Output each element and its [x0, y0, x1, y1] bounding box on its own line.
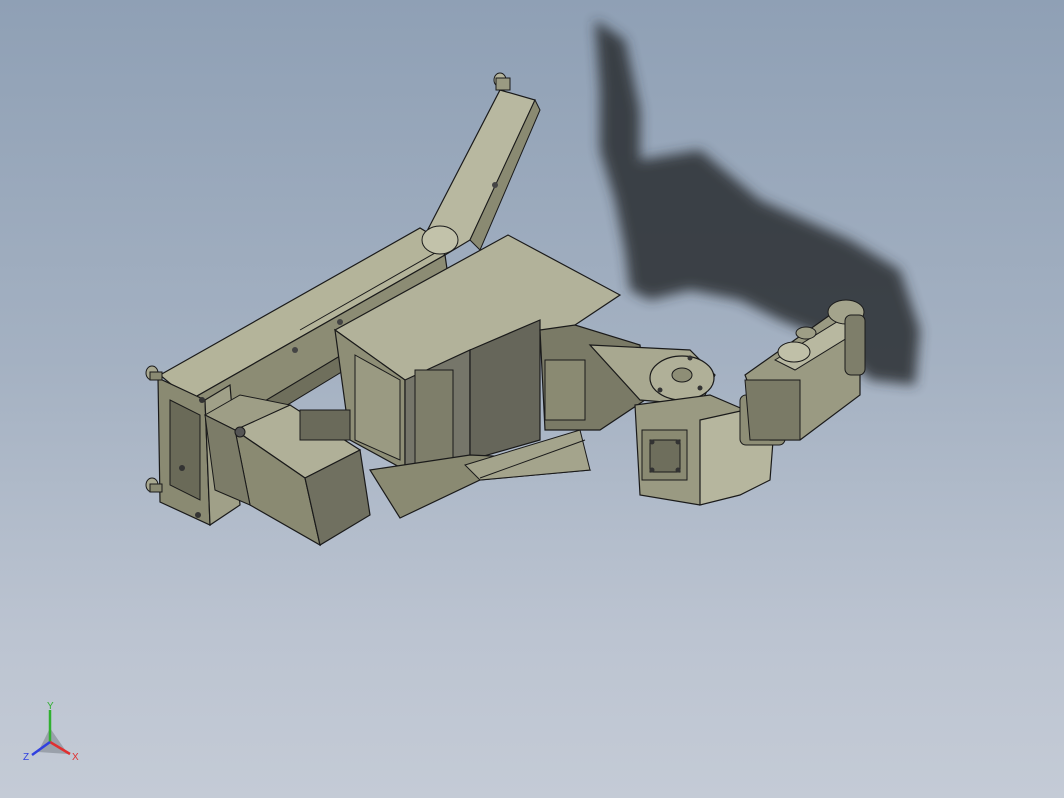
z-axis-label: Z [23, 752, 29, 763]
y-axis-label: Y [47, 701, 54, 712]
lift-arm[interactable] [421, 72, 541, 256]
axis-triad: Y X Z [23, 701, 79, 763]
model-scene[interactable] [0, 0, 1064, 798]
stepper-motor[interactable] [203, 394, 371, 547]
x-axis-label: X [72, 752, 79, 763]
model-shadow [595, 20, 920, 385]
graphics-viewport[interactable]: Y X Z [0, 0, 1064, 798]
